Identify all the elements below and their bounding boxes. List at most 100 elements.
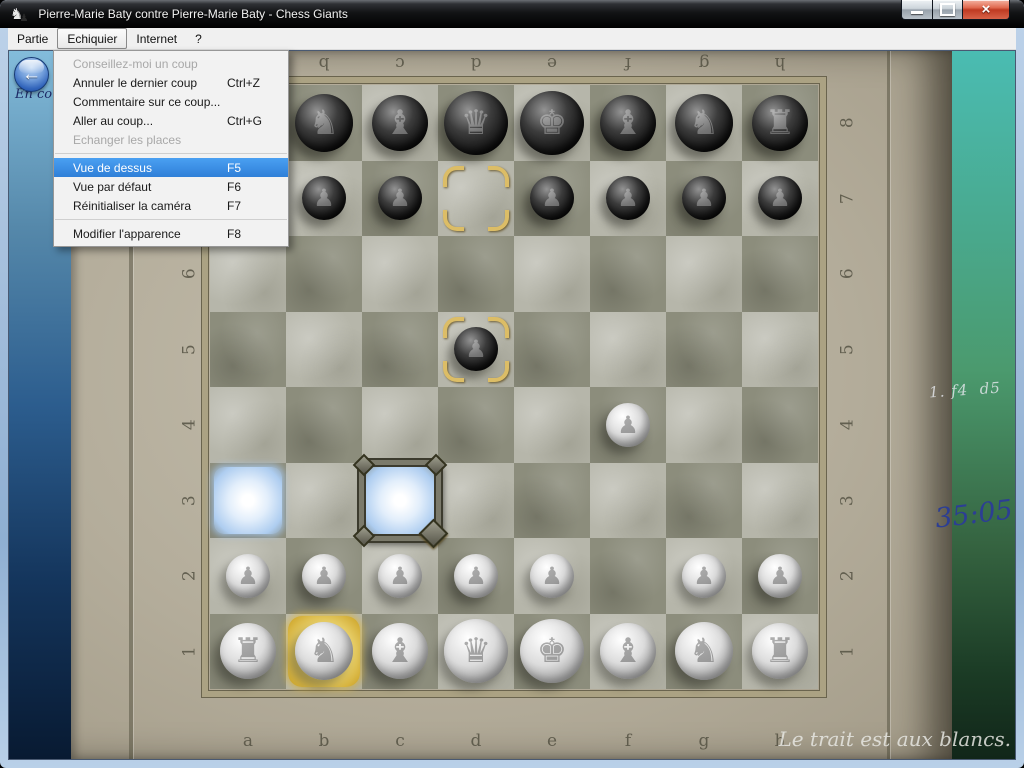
maximize-button[interactable] <box>932 0 963 20</box>
menu-item-vue-de-dessus[interactable]: Vue de dessusF5 <box>54 158 288 177</box>
square-b5[interactable] <box>286 312 362 388</box>
square-d8[interactable]: ♛ <box>438 85 514 161</box>
white-rook-a1[interactable]: ♜ <box>220 623 276 679</box>
white-pawn-h2[interactable]: ♟ <box>758 554 802 598</box>
square-g2[interactable]: ♟ <box>666 538 742 614</box>
square-c6[interactable] <box>362 236 438 312</box>
square-b8[interactable]: ♞ <box>286 85 362 161</box>
square-f8[interactable]: ♝ <box>590 85 666 161</box>
back-button[interactable]: ← <box>14 57 49 92</box>
square-g1[interactable]: ♞ <box>666 614 742 690</box>
white-pawn-c2[interactable]: ♟ <box>378 554 422 598</box>
square-c4[interactable] <box>362 387 438 463</box>
white-pawn-d2[interactable]: ♟ <box>454 554 498 598</box>
square-d7[interactable] <box>438 161 514 237</box>
square-e7[interactable]: ♟ <box>514 161 590 237</box>
square-b3[interactable] <box>286 463 362 539</box>
black-bishop-f8[interactable]: ♝ <box>600 95 656 151</box>
menu-item-aller-au-coup[interactable]: Aller au coup...Ctrl+G <box>54 111 288 130</box>
square-g8[interactable]: ♞ <box>666 85 742 161</box>
black-king-e8[interactable]: ♚ <box>520 91 584 155</box>
black-pawn-g7[interactable]: ♟ <box>682 176 726 220</box>
black-pawn-c7[interactable]: ♟ <box>378 176 422 220</box>
white-bishop-c1[interactable]: ♝ <box>372 623 428 679</box>
white-pawn-b2[interactable]: ♟ <box>302 554 346 598</box>
white-rook-h1[interactable]: ♜ <box>752 623 808 679</box>
square-g4[interactable] <box>666 387 742 463</box>
square-b4[interactable] <box>286 387 362 463</box>
square-b2[interactable]: ♟ <box>286 538 362 614</box>
menubar-item-echiquier[interactable]: Echiquier <box>57 28 127 49</box>
minimize-button[interactable] <box>901 0 932 20</box>
square-c2[interactable]: ♟ <box>362 538 438 614</box>
square-b7[interactable]: ♟ <box>286 161 362 237</box>
white-king-e1[interactable]: ♚ <box>520 619 584 683</box>
square-f2[interactable] <box>590 538 666 614</box>
menubar-item-partie[interactable]: Partie <box>8 28 57 49</box>
square-h2[interactable]: ♟ <box>742 538 818 614</box>
square-b6[interactable] <box>286 236 362 312</box>
white-knight-g1[interactable]: ♞ <box>675 622 733 680</box>
square-f3[interactable] <box>590 463 666 539</box>
white-pawn-a2[interactable]: ♟ <box>226 554 270 598</box>
square-c8[interactable]: ♝ <box>362 85 438 161</box>
black-queen-d8[interactable]: ♛ <box>444 91 508 155</box>
square-g5[interactable] <box>666 312 742 388</box>
menu-item-vue-par-d-faut[interactable]: Vue par défautF6 <box>54 177 288 196</box>
black-knight-g8[interactable]: ♞ <box>675 94 733 152</box>
black-pawn-h7[interactable]: ♟ <box>758 176 802 220</box>
close-button[interactable]: × <box>963 0 1010 20</box>
black-bishop-c8[interactable]: ♝ <box>372 95 428 151</box>
square-h8[interactable]: ♜ <box>742 85 818 161</box>
square-e2[interactable]: ♟ <box>514 538 590 614</box>
square-a1[interactable]: ♜ <box>210 614 286 690</box>
square-h3[interactable] <box>742 463 818 539</box>
square-e5[interactable] <box>514 312 590 388</box>
square-h6[interactable] <box>742 236 818 312</box>
square-d5[interactable]: ♟ <box>438 312 514 388</box>
menu-item-annuler-le-dernier-coup[interactable]: Annuler le dernier coupCtrl+Z <box>54 73 288 92</box>
white-knight-b1[interactable]: ♞ <box>295 622 353 680</box>
square-d6[interactable] <box>438 236 514 312</box>
square-f4[interactable]: ♟ <box>590 387 666 463</box>
square-e3[interactable] <box>514 463 590 539</box>
black-knight-b8[interactable]: ♞ <box>295 94 353 152</box>
square-g7[interactable]: ♟ <box>666 161 742 237</box>
square-h1[interactable]: ♜ <box>742 614 818 690</box>
square-c7[interactable]: ♟ <box>362 161 438 237</box>
black-rook-h8[interactable]: ♜ <box>752 95 808 151</box>
square-f5[interactable] <box>590 312 666 388</box>
menu-item-r-initialiser-la-cam-ra[interactable]: Réinitialiser la caméraF7 <box>54 196 288 215</box>
square-e6[interactable] <box>514 236 590 312</box>
square-d1[interactable]: ♛ <box>438 614 514 690</box>
square-h7[interactable]: ♟ <box>742 161 818 237</box>
white-pawn-e2[interactable]: ♟ <box>530 554 574 598</box>
menubar-item-aide[interactable]: ? <box>186 28 211 49</box>
square-f7[interactable]: ♟ <box>590 161 666 237</box>
square-e4[interactable] <box>514 387 590 463</box>
square-c5[interactable] <box>362 312 438 388</box>
square-d3[interactable] <box>438 463 514 539</box>
square-d2[interactable]: ♟ <box>438 538 514 614</box>
menubar-item-internet[interactable]: Internet <box>127 28 186 49</box>
black-pawn-f7[interactable]: ♟ <box>606 176 650 220</box>
white-queen-d1[interactable]: ♛ <box>444 619 508 683</box>
white-pawn-f4[interactable]: ♟ <box>606 403 650 447</box>
square-g3[interactable] <box>666 463 742 539</box>
menu-item-commentaire-sur-ce-coup[interactable]: Commentaire sur ce coup... <box>54 92 288 111</box>
black-pawn-e7[interactable]: ♟ <box>530 176 574 220</box>
square-f6[interactable] <box>590 236 666 312</box>
white-bishop-f1[interactable]: ♝ <box>600 623 656 679</box>
square-h5[interactable] <box>742 312 818 388</box>
square-a3[interactable] <box>210 463 286 539</box>
square-e1[interactable]: ♚ <box>514 614 590 690</box>
menu-item-modifier-l-apparence[interactable]: Modifier l'apparenceF8 <box>54 224 288 243</box>
square-c1[interactable]: ♝ <box>362 614 438 690</box>
black-pawn-b7[interactable]: ♟ <box>302 176 346 220</box>
square-d4[interactable] <box>438 387 514 463</box>
square-f1[interactable]: ♝ <box>590 614 666 690</box>
titlebar[interactable]: ♞♟ Pierre-Marie Baty contre Pierre-Marie… <box>0 0 1024 28</box>
white-pawn-g2[interactable]: ♟ <box>682 554 726 598</box>
square-h4[interactable] <box>742 387 818 463</box>
square-c3[interactable] <box>362 463 438 539</box>
